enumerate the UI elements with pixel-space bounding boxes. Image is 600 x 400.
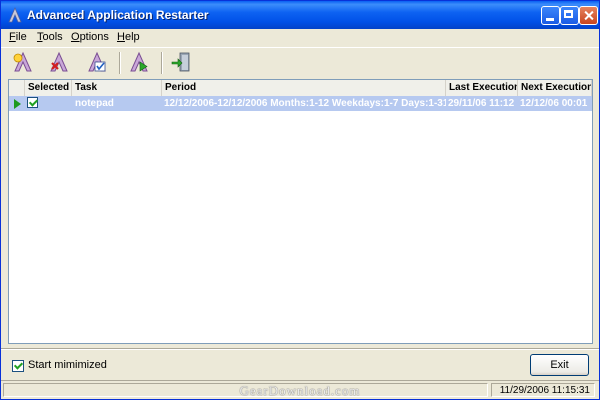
menu-file[interactable]: File (9, 31, 27, 43)
column-indicator[interactable] (9, 80, 25, 96)
row-selected-checkbox[interactable] (27, 97, 38, 108)
table-row[interactable]: notepad 12/12/2006-12/12/2006 Months:1-1… (9, 96, 592, 111)
menu-options[interactable]: Options (71, 31, 109, 43)
exit-button-label: Exit (550, 359, 569, 371)
add-task-icon[interactable] (11, 50, 35, 74)
maximize-button[interactable] (560, 6, 579, 25)
minimize-button[interactable] (541, 6, 560, 25)
column-last-execution[interactable]: Last Execution (446, 80, 518, 96)
toolbar-separator (119, 52, 121, 74)
menu-help[interactable]: Help (117, 31, 140, 43)
run-task-icon[interactable] (127, 50, 151, 74)
footer-divider (1, 348, 599, 350)
column-period[interactable]: Period (162, 80, 446, 96)
watermark: GearDownload.com (239, 383, 361, 398)
app-logo-icon (8, 7, 22, 23)
menu-bar: File Tools Options Help (1, 29, 599, 47)
app-window: Advanced Application Restarter File Tool… (0, 0, 600, 400)
toolbar (1, 47, 599, 77)
column-task[interactable]: Task (72, 80, 162, 96)
start-minimized-label[interactable]: Start mimimized (28, 359, 107, 371)
column-selected[interactable]: Selected (25, 80, 72, 96)
task-list-header: Selected Task Period Last Execution Next… (9, 80, 592, 97)
menu-tools[interactable]: Tools (37, 31, 63, 43)
toolbar-separator (161, 52, 163, 74)
delete-task-icon[interactable] (47, 50, 71, 74)
title-bar[interactable]: Advanced Application Restarter (1, 1, 599, 29)
exit-door-icon[interactable] (169, 50, 193, 74)
exit-button[interactable]: Exit (530, 354, 589, 376)
start-minimized-checkbox[interactable] (12, 360, 24, 372)
close-button[interactable] (579, 6, 598, 25)
row-next-execution: 12/12/06 00:01 (520, 98, 588, 109)
row-last-execution: 29/11/06 11:12 (448, 98, 515, 109)
window-title: Advanced Application Restarter (27, 8, 209, 22)
play-arrow-icon (14, 99, 21, 109)
row-period: 12/12/2006-12/12/2006 Months:1-12 Weekda… (164, 98, 446, 109)
row-task: notepad (75, 98, 114, 109)
column-next-execution[interactable]: Next Execution (518, 80, 592, 96)
edit-task-icon[interactable] (85, 50, 109, 74)
task-list[interactable]: Selected Task Period Last Execution Next… (8, 79, 593, 344)
